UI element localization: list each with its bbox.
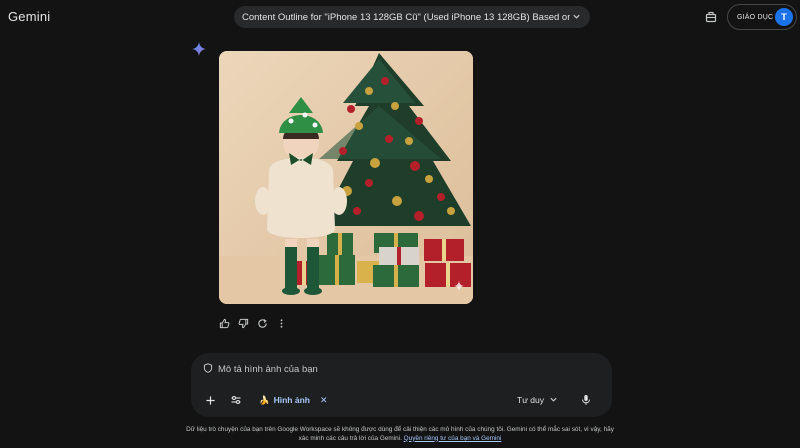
- disclaimer-line-2-text: xác minh các câu trả lời của Gemini.: [298, 434, 402, 442]
- thumbs-up-icon[interactable]: [219, 318, 230, 329]
- disclaimer: Dữ liệu trò chuyện của bạn trên Google W…: [0, 426, 800, 443]
- privacy-link[interactable]: Quyền riêng tư của bạn và Gemini: [404, 435, 502, 442]
- avatar: T: [775, 8, 793, 26]
- shield-icon: [203, 363, 213, 376]
- chevron-down-icon: [570, 12, 582, 23]
- account-org-label: GIÁO DỤC: [737, 13, 774, 21]
- prompt-composer: Mô tả hình ảnh của bạn 🍌 Hình ảnh ✕ Tư d…: [191, 353, 612, 417]
- account-button[interactable]: GIÁO DỤC T: [727, 4, 797, 30]
- disclaimer-line-2: xác minh các câu trả lời của Gemini. Quy…: [0, 435, 800, 444]
- microphone-icon[interactable]: [580, 393, 594, 407]
- chevron-down-icon: [549, 395, 558, 406]
- image-tool-label: Hình ảnh: [273, 395, 310, 405]
- prompt-input[interactable]: Mô tả hình ảnh của bạn: [203, 363, 318, 376]
- close-icon[interactable]: ✕: [320, 395, 328, 406]
- app-logo[interactable]: Gemini: [8, 9, 50, 24]
- response-actions: [219, 316, 287, 330]
- image-tool-chip[interactable]: 🍌 Hình ảnh ✕: [259, 395, 328, 406]
- prompt-placeholder: Mô tả hình ảnh của bạn: [218, 364, 318, 375]
- thumbs-down-icon[interactable]: [238, 318, 249, 329]
- mode-label: Tư duy: [517, 395, 544, 405]
- generated-image[interactable]: [219, 51, 473, 304]
- conversation-title-button[interactable]: Content Outline for "iPhone 13 128GB Cũ"…: [234, 6, 590, 28]
- gemini-spark-icon: [192, 42, 206, 56]
- banana-icon: 🍌: [259, 394, 270, 405]
- work-icon[interactable]: [703, 9, 719, 25]
- tools-icon[interactable]: [229, 393, 243, 407]
- disclaimer-line-1: Dữ liệu trò chuyện của bạn trên Google W…: [186, 426, 614, 433]
- more-vert-icon[interactable]: [276, 318, 287, 329]
- conversation-title: Content Outline for "iPhone 13 128GB Cũ"…: [242, 11, 570, 23]
- regenerate-icon[interactable]: [257, 318, 268, 329]
- mode-selector[interactable]: Tư duy: [517, 392, 558, 408]
- add-icon[interactable]: [203, 393, 217, 407]
